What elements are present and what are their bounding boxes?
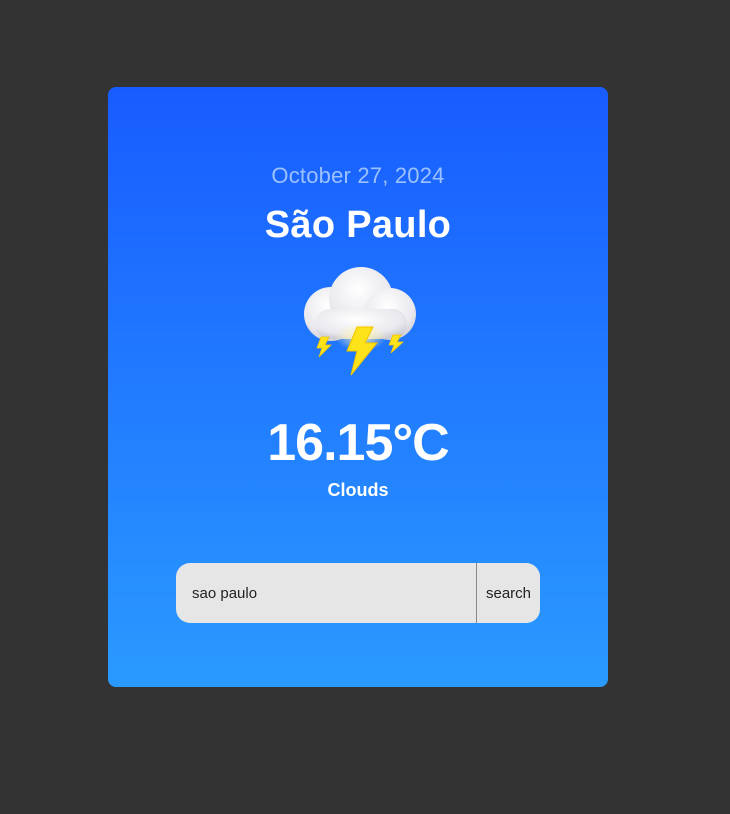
date-label: October 27, 2024 [271,163,445,188]
weather-condition: Clouds [327,480,389,500]
thunderstorm-cloud-icon [293,259,423,379]
search-input[interactable] [176,563,476,623]
temperature-value: 16.15°C [267,414,449,472]
search-button[interactable]: search [476,563,540,623]
weather-card: October 27, 2024 São Paulo 16.15°C Cloud… [108,87,608,687]
city-name: São Paulo [264,204,452,246]
search-bar: search [176,563,540,623]
